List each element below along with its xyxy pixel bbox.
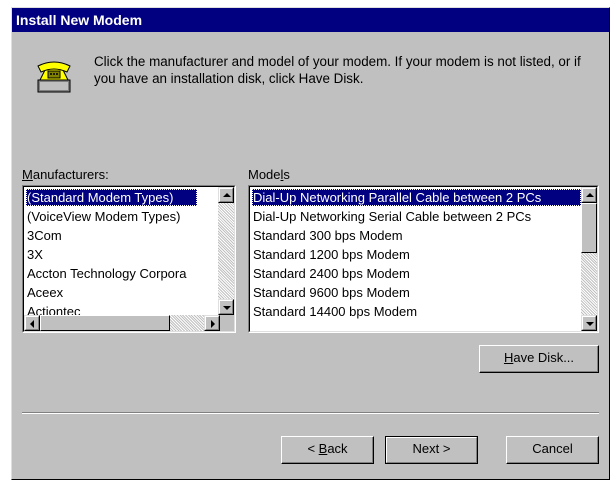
scroll-down-button[interactable] bbox=[218, 299, 234, 315]
models-list-item[interactable]: Standard 2400 bps Modem bbox=[252, 265, 410, 282]
telephone-modem-icon bbox=[37, 61, 71, 93]
models-list-item[interactable]: Standard 1200 bps Modem bbox=[252, 246, 410, 263]
arrow-up-icon bbox=[586, 193, 594, 197]
models-list-item[interactable]: Dial-Up Networking Serial Cable between … bbox=[252, 208, 531, 225]
arrow-left-icon bbox=[30, 320, 34, 328]
arrow-down-icon bbox=[586, 322, 594, 326]
install-new-modem-dialog: Install New Modem Click the manufacturer… bbox=[11, 7, 610, 480]
manufacturers-list-item[interactable]: 3X bbox=[26, 246, 43, 263]
have-disk-accel: H bbox=[503, 350, 514, 365]
scroll-down-button[interactable] bbox=[581, 315, 597, 331]
scroll-right-button[interactable] bbox=[204, 315, 220, 331]
separator bbox=[22, 412, 599, 414]
next-button[interactable]: Next > bbox=[385, 436, 478, 464]
manufacturers-label-rest: anufacturers: bbox=[32, 167, 109, 182]
models-list-item[interactable]: Standard 9600 bps Modem bbox=[252, 284, 410, 301]
manufacturers-horizontal-scrollbar[interactable] bbox=[24, 315, 220, 331]
manufacturers-list-item[interactable]: Aceex bbox=[26, 284, 63, 301]
arrow-up-icon bbox=[223, 193, 231, 197]
manufacturers-label-accel: M bbox=[22, 167, 33, 182]
manufacturers-vertical-scrollbar[interactable] bbox=[218, 187, 234, 315]
back-button[interactable]: < Back bbox=[281, 436, 374, 464]
models-list-item[interactable]: Standard 14400 bps Modem bbox=[252, 303, 417, 320]
horizontal-scroll-thumb[interactable] bbox=[40, 315, 170, 331]
arrow-down-icon bbox=[223, 306, 231, 310]
cancel-button[interactable]: Cancel bbox=[506, 436, 599, 464]
models-label: Models bbox=[248, 167, 290, 182]
scroll-up-button[interactable] bbox=[581, 187, 597, 203]
have-disk-label: ave Disk... bbox=[513, 350, 575, 365]
models-listbox[interactable]: Dial-Up Networking Parallel Cable betwee… bbox=[248, 185, 599, 333]
arrow-right-icon bbox=[211, 320, 215, 328]
back-label: ack bbox=[327, 441, 348, 456]
manufacturers-label: Manufacturers: bbox=[22, 167, 109, 182]
models-list-item[interactable]: Standard 300 bps Modem bbox=[252, 227, 403, 244]
have-disk-button[interactable]: Have Disk... bbox=[479, 345, 599, 373]
models-label-rest: s bbox=[283, 167, 290, 182]
models-label-prefix: Mode bbox=[248, 167, 281, 182]
back-prefix: < bbox=[307, 441, 319, 456]
scroll-up-button[interactable] bbox=[218, 187, 234, 203]
manufacturers-list-item[interactable]: (VoiceView Modem Types) bbox=[26, 208, 180, 225]
back-accel: B bbox=[318, 441, 328, 456]
scrollbar-corner bbox=[220, 315, 234, 331]
title-bar: Install New Modem bbox=[12, 8, 609, 32]
scroll-left-button[interactable] bbox=[24, 315, 40, 331]
models-list-item[interactable]: Dial-Up Networking Parallel Cable betwee… bbox=[252, 189, 581, 206]
vertical-scroll-thumb[interactable] bbox=[581, 203, 597, 253]
manufacturers-list-item[interactable]: 3Com bbox=[26, 227, 62, 244]
manufacturers-list-item[interactable]: (Standard Modem Types) bbox=[26, 189, 197, 206]
manufacturers-list-item[interactable]: Accton Technology Corpora bbox=[26, 265, 186, 282]
models-vertical-scrollbar[interactable] bbox=[581, 187, 597, 331]
manufacturers-listbox[interactable]: (Standard Modem Types) (VoiceView Modem T… bbox=[22, 185, 236, 333]
instructions-text: Click the manufacturer and model of your… bbox=[94, 54, 581, 86]
